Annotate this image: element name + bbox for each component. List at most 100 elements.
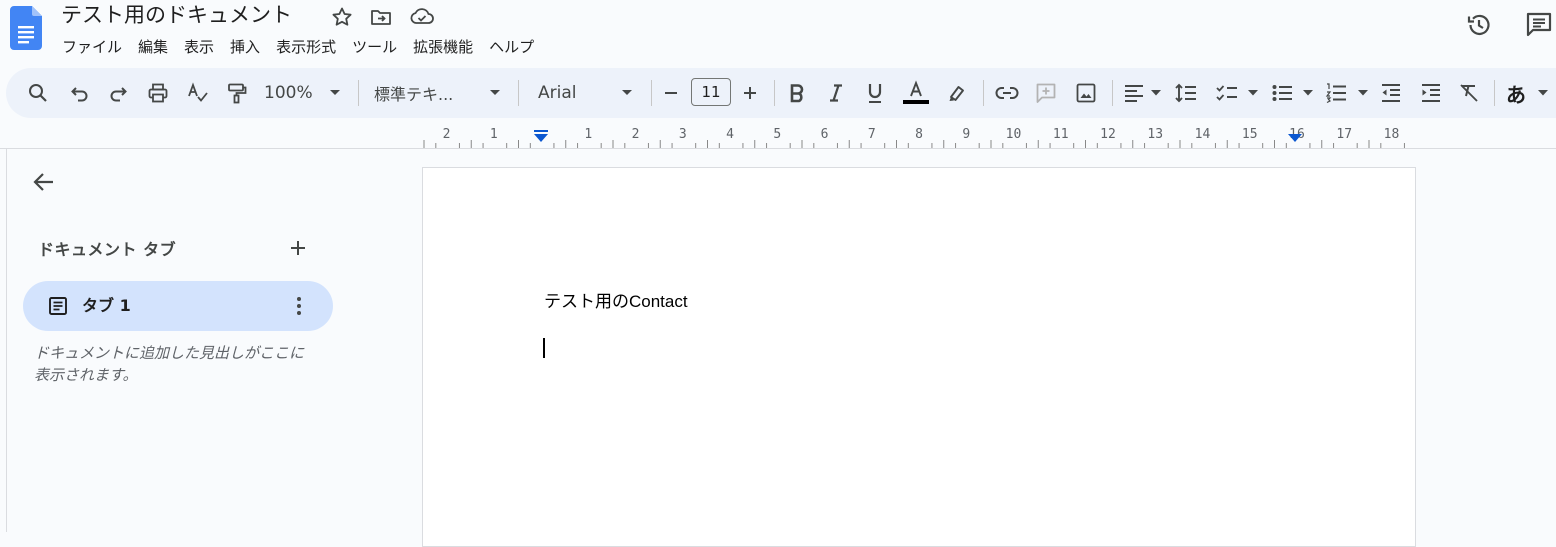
align-left-icon[interactable] — [1122, 81, 1146, 105]
move-folder-icon[interactable] — [369, 5, 393, 29]
menu-view[interactable]: 表示 — [176, 35, 222, 59]
ruler-label: 14 — [1195, 127, 1211, 142]
ruler-label: 2 — [632, 127, 640, 142]
chevron-down-icon[interactable] — [328, 81, 342, 105]
cloud-saved-icon[interactable] — [409, 5, 434, 29]
undo-icon[interactable] — [68, 81, 92, 105]
menu-bar: ファイル 編集 表示 挿入 表示形式 ツール 拡張機能 ヘルプ — [54, 35, 542, 59]
ruler-label: 1 — [584, 127, 592, 142]
ruler-label: 4 — [726, 127, 734, 142]
spellcheck-icon[interactable] — [186, 81, 210, 105]
zoom-value: 100% — [264, 83, 313, 103]
tab-label: タブ 1 — [82, 296, 131, 315]
docs-logo-icon[interactable] — [10, 6, 42, 50]
decrease-font-size-icon[interactable] — [662, 81, 680, 105]
ruler-label: 2 — [443, 127, 451, 142]
document-tabs-heading: ドキュメント タブ — [38, 240, 177, 259]
font-size-input[interactable]: 11 — [691, 78, 731, 106]
input-tools-button[interactable]: あ — [1506, 81, 1526, 107]
horizontal-ruler[interactable]: 21123456789101112131415161718 — [0, 118, 1556, 149]
chevron-down-icon[interactable] — [1150, 81, 1162, 105]
add-comment-icon[interactable] — [1034, 81, 1058, 105]
chevron-down-icon[interactable] — [1537, 81, 1549, 105]
toolbar-divider — [774, 80, 775, 106]
text-cursor — [543, 338, 545, 358]
menu-edit[interactable]: 編集 — [130, 35, 176, 59]
toolbar-divider — [518, 80, 519, 106]
chevron-down-icon[interactable] — [1247, 81, 1259, 105]
ruler-label: 8 — [915, 127, 923, 142]
style-select[interactable]: 標準テキ... — [374, 81, 453, 105]
chevron-down-icon[interactable] — [1357, 81, 1369, 105]
clear-formatting-icon[interactable] — [1457, 81, 1481, 105]
toolbar-divider — [651, 80, 652, 106]
document-page[interactable]: テスト用のContact — [422, 167, 1416, 547]
highlight-color-icon[interactable] — [946, 81, 968, 105]
decrease-indent-icon[interactable] — [1379, 81, 1403, 105]
style-value: 標準テキ... — [374, 85, 454, 104]
insert-image-icon[interactable] — [1074, 81, 1098, 105]
text-color-icon[interactable] — [902, 78, 930, 106]
toolbar-divider — [358, 80, 359, 106]
paint-format-icon[interactable] — [225, 81, 249, 105]
ruler-label: 7 — [868, 127, 876, 142]
document-title[interactable]: テスト用のドキュメント — [61, 0, 292, 30]
chevron-down-icon[interactable] — [620, 81, 634, 105]
chevron-down-icon[interactable] — [1302, 81, 1314, 105]
star-icon[interactable] — [330, 5, 354, 29]
redo-icon[interactable] — [106, 81, 130, 105]
ruler-label: 3 — [679, 127, 687, 142]
comments-icon[interactable] — [1524, 10, 1554, 40]
menu-file[interactable]: ファイル — [54, 35, 130, 59]
ruler-label: 10 — [1006, 127, 1022, 142]
underline-icon[interactable] — [864, 81, 886, 105]
left-indent-marker[interactable] — [534, 134, 548, 142]
menu-extensions[interactable]: 拡張機能 — [405, 35, 481, 59]
sidebar-tab-item[interactable]: タブ 1 — [23, 281, 333, 331]
headings-hint-text: ドキュメントに追加した見出しがここに表示されます。 — [34, 344, 305, 384]
ruler-label: 12 — [1100, 127, 1116, 142]
toolbar: 100% 標準テキ... Arial 11 あ — [6, 68, 1556, 118]
first-line-indent-marker[interactable] — [534, 130, 548, 132]
header: テスト用のドキュメント ファイル 編集 表示 挿入 表示形式 ツール 拡張機能 … — [0, 0, 1556, 66]
add-tab-icon[interactable] — [286, 236, 310, 260]
ruler-label: 15 — [1242, 127, 1258, 142]
ruler-label: 6 — [821, 127, 829, 142]
increase-font-size-icon[interactable] — [741, 81, 759, 105]
font-value: Arial — [538, 83, 577, 103]
ruler-label: 5 — [773, 127, 781, 142]
menu-help[interactable]: ヘルプ — [481, 35, 542, 59]
toolbar-divider — [1112, 80, 1113, 106]
input-mode-value: あ — [1506, 82, 1526, 107]
back-arrow-icon[interactable] — [30, 168, 58, 196]
ruler-label: 9 — [962, 127, 970, 142]
checklist-icon[interactable] — [1215, 81, 1239, 105]
line-spacing-icon[interactable] — [1174, 81, 1198, 105]
vertical-ruler[interactable] — [0, 149, 7, 532]
ruler-label: 1 — [490, 127, 498, 142]
italic-icon[interactable] — [825, 81, 847, 105]
ruler-label: 11 — [1053, 127, 1069, 142]
zoom-select[interactable]: 100% — [264, 81, 313, 105]
menu-format[interactable]: 表示形式 — [268, 35, 344, 59]
version-history-icon[interactable] — [1464, 10, 1494, 40]
ruler-label: 17 — [1336, 127, 1352, 142]
ruler-label: 18 — [1384, 127, 1400, 142]
body-paragraph[interactable]: テスト用のContact — [544, 287, 688, 312]
increase-indent-icon[interactable] — [1419, 81, 1443, 105]
menu-insert[interactable]: 挿入 — [222, 35, 268, 59]
ruler-label: 13 — [1147, 127, 1163, 142]
font-select[interactable]: Arial — [538, 81, 576, 105]
insert-link-icon[interactable] — [995, 81, 1019, 105]
numbered-list-icon[interactable] — [1324, 81, 1348, 105]
toolbar-divider — [1494, 80, 1495, 106]
bulleted-list-icon[interactable] — [1270, 81, 1294, 105]
document-outline-icon — [47, 295, 69, 317]
menu-tools[interactable]: ツール — [344, 35, 405, 59]
search-menus-icon[interactable] — [26, 81, 50, 105]
more-options-icon[interactable] — [287, 294, 311, 318]
print-icon[interactable] — [146, 81, 170, 105]
toolbar-divider — [983, 80, 984, 106]
bold-icon[interactable] — [786, 81, 808, 105]
chevron-down-icon[interactable] — [488, 81, 502, 105]
